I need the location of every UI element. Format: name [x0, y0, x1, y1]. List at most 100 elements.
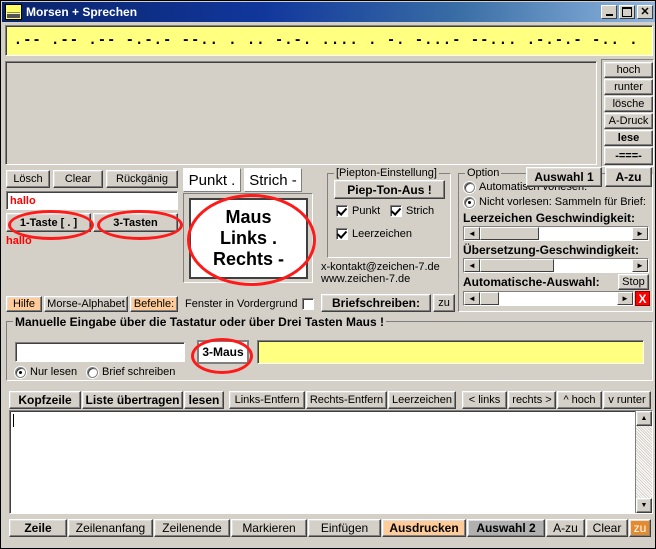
- button-lese[interactable]: lese: [604, 130, 653, 146]
- radio-nicht-vorlesen-row[interactable]: Nicht vorlesen: Sammeln für Brief:: [464, 196, 646, 208]
- scrollbar-track[interactable]: [636, 426, 652, 498]
- button-zu-bottom[interactable]: zu: [629, 519, 651, 537]
- punkt-checkbox[interactable]: [336, 205, 348, 217]
- button-hoch[interactable]: hoch: [604, 62, 653, 78]
- button-brief-zu[interactable]: zu: [433, 294, 455, 312]
- slider-uebersetzung-right-arrow[interactable]: ►: [632, 259, 648, 272]
- radio-auto-vorlesen[interactable]: [464, 181, 475, 193]
- button-zeile[interactable]: Zeile: [9, 519, 67, 537]
- slider-uebersetzung-left-arrow[interactable]: ◄: [464, 259, 480, 272]
- button-auswahl-1[interactable]: Auswahl 1: [526, 167, 602, 187]
- button-three-keys[interactable]: 3-Tasten: [93, 213, 178, 232]
- button-separator-marks[interactable]: -===-: [604, 147, 653, 165]
- radio-brief-schreiben-label: Brief schreiben: [102, 366, 176, 378]
- button-nav-runter-label: v runter: [608, 394, 646, 406]
- radio-nicht-vorlesen[interactable]: [464, 196, 475, 208]
- button-one-key[interactable]: 1-Taste [ . ]: [6, 213, 91, 232]
- button-rechts-entfern[interactable]: Rechts-Entfern: [306, 391, 387, 409]
- slider-uebersetzung-label: Übersetzung-Geschwindigkeit:: [463, 243, 640, 257]
- slider-auswahl-left-arrow[interactable]: ◄: [464, 292, 480, 305]
- slider-leerzeichen-thumb[interactable]: [480, 227, 539, 240]
- button-a-zu-top[interactable]: A-zu: [605, 167, 652, 187]
- slider-uebersetzung[interactable]: ◄ ►: [463, 258, 649, 273]
- button-hilfe[interactable]: Hilfe: [6, 296, 42, 312]
- slider-leerzeichen-right-arrow[interactable]: ►: [632, 227, 648, 240]
- slider-automatische-auswahl-label: Automatische-Auswahl:: [463, 275, 600, 289]
- radio-nur-lesen-row[interactable]: Nur lesen: [15, 366, 77, 378]
- button-markieren[interactable]: Markieren: [231, 519, 307, 537]
- button-kopfzeile[interactable]: Kopfzeile: [9, 391, 81, 409]
- radio-nur-lesen[interactable]: [15, 366, 26, 378]
- button-zeile-label: Zeile: [24, 521, 52, 535]
- button-briefschreiben[interactable]: Briefschreiben:: [321, 294, 431, 312]
- leerzeichen-checkbox[interactable]: [336, 228, 348, 240]
- close-icon[interactable]: ✕: [637, 5, 653, 19]
- tab-punkt[interactable]: Punkt .: [183, 168, 241, 192]
- slider-auswahl-right-arrow[interactable]: ►: [617, 292, 633, 305]
- checkbox-punkt-row[interactable]: Punkt: [336, 205, 380, 217]
- button-links-entfern[interactable]: Links-Entfern: [229, 391, 305, 409]
- main-textarea-content[interactable]: [10, 411, 635, 513]
- button-piep-ton-aus[interactable]: Piep-Ton-Aus !: [334, 180, 445, 199]
- button-runter[interactable]: runter: [604, 79, 653, 95]
- button-runter-label: runter: [614, 81, 643, 93]
- punkt-label: Punkt: [352, 205, 381, 217]
- mouse-instruction-inner[interactable]: Maus Links . Rechts -: [189, 198, 308, 279]
- button-kopfzeile-label: Kopfzeile: [18, 393, 72, 407]
- option-group: Option Automatisch vorlesen: Nicht vorle…: [458, 167, 653, 312]
- minimize-button[interactable]: [601, 5, 617, 19]
- button-zeilenende[interactable]: Zeilenende: [154, 519, 230, 537]
- slider-automatische-auswahl[interactable]: ◄ ►: [463, 291, 634, 306]
- manual-input-field[interactable]: [15, 342, 185, 362]
- strich-checkbox[interactable]: [390, 205, 402, 217]
- button-leerzeichen-label: Leerzeichen: [392, 394, 452, 406]
- slider-leerzeichen[interactable]: ◄ ►: [463, 226, 649, 241]
- button-lesen[interactable]: lesen: [184, 391, 224, 409]
- button-nav-links[interactable]: < links: [462, 391, 507, 409]
- button-morse-alphabet[interactable]: Morse-Alphabet: [44, 296, 128, 312]
- checkbox-leerzeichen-row[interactable]: Leerzeichen: [336, 228, 412, 240]
- button-a-zu-bottom[interactable]: A-zu: [546, 519, 585, 537]
- scroll-up-icon[interactable]: ▲: [636, 411, 652, 426]
- button-stop-label: Stop: [622, 276, 645, 288]
- slider-uebersetzung-thumb[interactable]: [480, 259, 554, 272]
- button-3-maus[interactable]: 3-Maus: [197, 340, 249, 364]
- button-befehle[interactable]: Befehle:: [130, 296, 178, 312]
- button-clear-bottom[interactable]: Clear: [586, 519, 628, 537]
- slider-leerzeichen-track[interactable]: [480, 227, 632, 240]
- button-nav-rechts[interactable]: rechts >: [508, 391, 556, 409]
- button-liste-uebertragen[interactable]: Liste übertragen: [82, 391, 183, 409]
- button-einfuegen[interactable]: Einfügen: [308, 519, 381, 537]
- main-textarea[interactable]: ▲ ▼: [9, 410, 653, 514]
- tab-strich[interactable]: Strich -: [244, 168, 302, 192]
- button-auswahl-2[interactable]: Auswahl 2: [467, 519, 545, 537]
- scroll-down-icon[interactable]: ▼: [636, 498, 652, 513]
- button-nav-hoch[interactable]: ^ hoch: [557, 391, 602, 409]
- cancel-icon[interactable]: X: [635, 291, 650, 306]
- foreground-checkbox[interactable]: [301, 298, 314, 310]
- tab-punkt-label: Punkt .: [188, 171, 236, 189]
- button-leerzeichen[interactable]: Leerzeichen: [388, 391, 456, 409]
- radio-brief-schreiben[interactable]: [87, 366, 98, 378]
- morse-input-field[interactable]: hallo: [6, 191, 178, 210]
- button-clear-top[interactable]: Clear: [53, 170, 103, 188]
- button-loesche[interactable]: lösche: [604, 96, 653, 112]
- button-nav-runter[interactable]: v runter: [603, 391, 651, 409]
- button-a-druck[interactable]: A-Druck: [604, 113, 653, 129]
- slider-auswahl-track[interactable]: [480, 292, 617, 305]
- slider-uebersetzung-track[interactable]: [480, 259, 632, 272]
- button-zeilenanfang[interactable]: Zeilenanfang: [68, 519, 153, 537]
- maximize-button[interactable]: [619, 5, 635, 19]
- button-nav-links-label: < links: [468, 394, 501, 406]
- foreground-checkbox-row[interactable]: Fenster in Vordergrund: [185, 297, 315, 311]
- manual-input-group: Manuelle Eingabe über die Tastatur oder …: [6, 315, 653, 381]
- slider-leerzeichen-left-arrow[interactable]: ◄: [464, 227, 480, 240]
- checkbox-strich-row[interactable]: Strich: [390, 205, 434, 217]
- textarea-scrollbar[interactable]: ▲ ▼: [635, 411, 652, 513]
- button-loesch[interactable]: Lösch: [6, 170, 50, 188]
- button-rueckgaenig[interactable]: Rückgänig: [106, 170, 178, 188]
- slider-auswahl-thumb[interactable]: [480, 292, 499, 305]
- radio-brief-schreiben-row[interactable]: Brief schreiben: [87, 366, 175, 378]
- button-stop[interactable]: Stop: [618, 274, 649, 290]
- button-ausdrucken[interactable]: Ausdrucken: [382, 519, 466, 537]
